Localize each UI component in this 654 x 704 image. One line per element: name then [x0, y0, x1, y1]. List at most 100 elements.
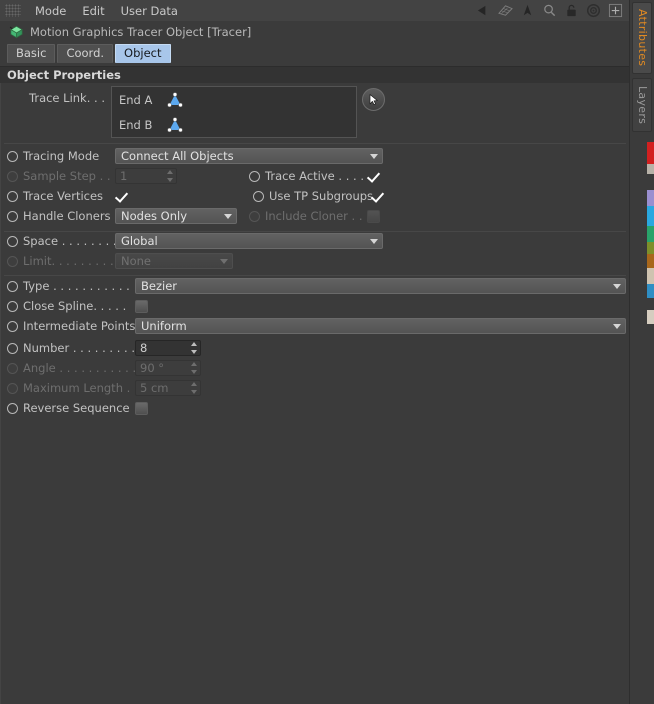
pick-object-cursor-icon[interactable] — [362, 88, 385, 111]
intermediate-points-value: Uniform — [141, 319, 187, 333]
number-toggle[interactable] — [7, 342, 18, 354]
vtab-attributes[interactable]: Attributes — [632, 2, 652, 74]
limit-dropdown[interactable]: None — [115, 253, 233, 269]
sample-step-value: 1 — [120, 169, 128, 183]
back-arrow-icon[interactable] — [476, 3, 491, 18]
chevron-down-icon — [224, 214, 232, 219]
object-properties-band: Object Properties — [0, 66, 630, 84]
trace-link-name-b: End B — [119, 117, 153, 132]
blue-spline-triangle-icon — [167, 116, 183, 132]
space-dropdown[interactable]: Global — [115, 233, 383, 249]
reverse-sequence-label: Reverse Sequence — [23, 401, 130, 415]
sample-step-stepper[interactable] — [166, 170, 173, 182]
chevron-down-icon — [613, 324, 621, 329]
maximum-length-input[interactable]: 5 cm — [135, 380, 201, 396]
angle-input[interactable]: 90 ° — [135, 360, 201, 376]
chevron-down-icon — [370, 239, 378, 244]
sample-step-label: Sample Step . . — [23, 169, 111, 183]
use-tp-subgroups-toggle[interactable] — [253, 190, 264, 202]
sample-step-input[interactable]: 1 — [115, 168, 177, 184]
close-spline-row: Close Spline. . . . . — [1, 296, 631, 316]
menu-edit[interactable]: Edit — [74, 2, 112, 20]
intermediate-points-dropdown[interactable]: Uniform — [135, 318, 626, 334]
tracing-mode-value: Connect All Objects — [121, 149, 234, 163]
plus-box-icon[interactable] — [608, 3, 623, 18]
menu-mode[interactable]: Mode — [27, 2, 74, 20]
type-row: Type . . . . . . . . . . . Bezier — [1, 276, 631, 296]
target-icon[interactable] — [586, 3, 601, 18]
tracing-mode-toggle[interactable] — [7, 150, 18, 162]
angle-row: Angle . . . . . . . . . . . 90 ° — [1, 358, 631, 378]
sample-step-toggle[interactable] — [7, 170, 18, 182]
close-spline-label: Close Spline. . . . . — [23, 299, 127, 313]
space-row: Space . . . . . . . . Global — [1, 231, 631, 251]
include-cloner-toggle[interactable] — [249, 210, 260, 222]
menu-user-data[interactable]: User Data — [113, 2, 186, 20]
include-cloner-checkbox[interactable] — [367, 209, 380, 223]
color-swatch-1 — [647, 142, 654, 164]
close-spline-toggle[interactable] — [7, 300, 18, 312]
tab-coord[interactable]: Coord. — [57, 44, 114, 63]
reverse-sequence-row: Reverse Sequence — [1, 398, 631, 418]
color-swatch-13 — [647, 324, 654, 356]
properties-content: Trace Link. . . End A End B Tracing Mode… — [0, 83, 631, 704]
trace-link-item-end-a[interactable]: End A — [112, 87, 356, 112]
tab-object[interactable]: Object — [115, 44, 171, 63]
angle-toggle[interactable] — [7, 362, 18, 374]
space-toggle[interactable] — [7, 235, 18, 247]
trace-link-label-wrap: Trace Link. . . — [7, 87, 105, 105]
number-row: Number . . . . . . . . . 8 — [1, 338, 631, 358]
intermediate-points-toggle[interactable] — [7, 320, 18, 332]
trace-active-checkbox[interactable] — [367, 170, 380, 183]
panel-drag-grip-icon[interactable] — [5, 4, 21, 17]
attribute-tab-row: Basic Coord. Object — [0, 44, 630, 64]
menu-bar: Mode Edit User Data — [0, 0, 630, 22]
type-label: Type . . . . . . . . . . . — [23, 279, 130, 293]
color-swatch-8 — [647, 254, 654, 268]
trace-vertices-checkbox[interactable] — [115, 190, 128, 203]
tab-basic[interactable]: Basic — [7, 44, 56, 63]
intermediate-points-label: Intermediate Points — [23, 319, 136, 333]
maximum-length-stepper[interactable] — [190, 382, 197, 394]
handle-cloners-toggle[interactable] — [7, 210, 18, 222]
number-input[interactable]: 8 — [135, 340, 201, 356]
maximum-length-toggle[interactable] — [7, 382, 18, 394]
tracing-mode-label: Tracing Mode — [23, 149, 100, 163]
color-swatch-2 — [647, 164, 654, 174]
search-icon[interactable] — [542, 3, 557, 18]
trace-link-name-a: End A — [119, 92, 153, 107]
use-tp-subgroups-label: Use TP Subgroups — [269, 189, 374, 203]
menu-bar-icon-group — [476, 3, 630, 18]
unlock-icon[interactable] — [564, 3, 579, 18]
space-value: Global — [121, 234, 158, 248]
type-dropdown[interactable]: Bezier — [135, 278, 626, 294]
angle-value: 90 ° — [140, 361, 165, 375]
vtab-layers[interactable]: Layers — [632, 78, 652, 132]
pointer-arrow-icon[interactable] — [520, 3, 535, 18]
maximum-length-value: 5 cm — [140, 381, 169, 395]
trace-link-item-end-b[interactable]: End B — [112, 112, 356, 137]
tracing-mode-dropdown[interactable]: Connect All Objects — [115, 148, 383, 164]
color-swatch-4 — [647, 190, 654, 206]
number-stepper[interactable] — [190, 342, 197, 354]
limit-toggle[interactable] — [7, 255, 18, 267]
handle-cloners-dropdown[interactable]: Nodes Only — [115, 208, 237, 224]
close-spline-checkbox[interactable] — [135, 299, 148, 313]
angle-stepper[interactable] — [190, 362, 197, 374]
perspective-grid-icon[interactable] — [498, 3, 513, 18]
reverse-sequence-checkbox[interactable] — [135, 401, 148, 415]
intermediate-points-row: Intermediate Points Uniform — [1, 316, 631, 336]
trace-link-list[interactable]: End A End B — [111, 86, 357, 138]
tracing-mode-row: Tracing Mode Connect All Objects — [1, 146, 631, 166]
reverse-sequence-toggle[interactable] — [7, 402, 18, 414]
trace-vertices-toggle[interactable] — [7, 190, 18, 202]
color-swatch-6 — [647, 226, 654, 242]
type-toggle[interactable] — [7, 280, 18, 292]
trace-active-toggle[interactable] — [249, 170, 260, 182]
object-header: Motion Graphics Tracer Object [Tracer] — [0, 21, 630, 42]
number-label: Number . . . . . . . . . — [23, 341, 135, 355]
space-label: Space . . . . . . . . — [23, 234, 117, 248]
use-tp-subgroups-checkbox[interactable] — [371, 190, 384, 203]
sample-step-row: Sample Step . . 1 Trace Active . . . . . — [1, 166, 631, 186]
color-swatch-7 — [647, 242, 654, 254]
